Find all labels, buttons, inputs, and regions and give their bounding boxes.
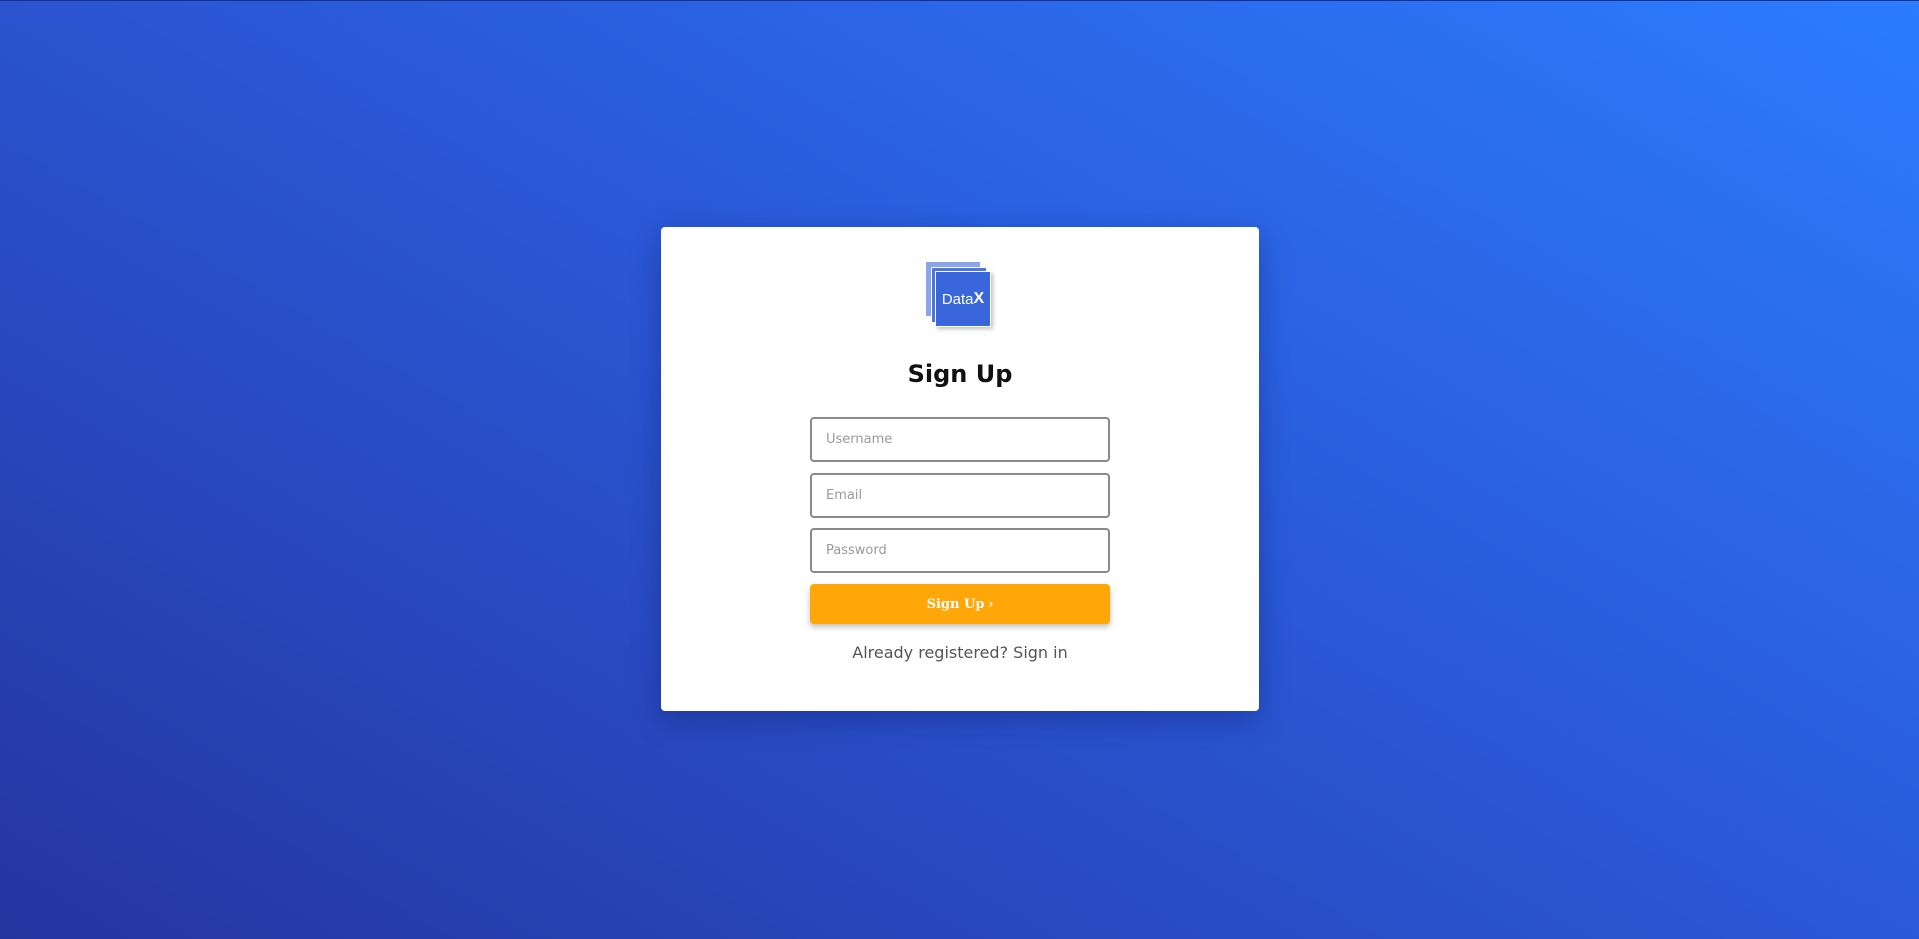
already-registered-text: Already registered? <box>852 643 1009 662</box>
top-border <box>0 0 1919 1</box>
logo-front-square: Data X <box>935 271 991 327</box>
logo-text-bold: X <box>973 290 985 307</box>
email-input[interactable] <box>810 473 1110 518</box>
signup-card: DataX Sign Up Sign Up › Already register… <box>661 227 1259 711</box>
signin-link[interactable]: Sign in <box>1013 643 1068 662</box>
username-input[interactable] <box>810 417 1110 462</box>
chevron-right-icon: › <box>988 597 994 611</box>
password-input[interactable] <box>810 528 1110 573</box>
signup-button-label: Sign Up <box>926 596 985 612</box>
signup-button[interactable]: Sign Up › <box>810 584 1110 624</box>
signin-prompt: Already registered? Sign in <box>661 643 1259 662</box>
datax-logo: Data X <box>926 262 996 332</box>
logo-text: Data <box>941 290 974 308</box>
page-title: Sign Up <box>907 360 1013 388</box>
